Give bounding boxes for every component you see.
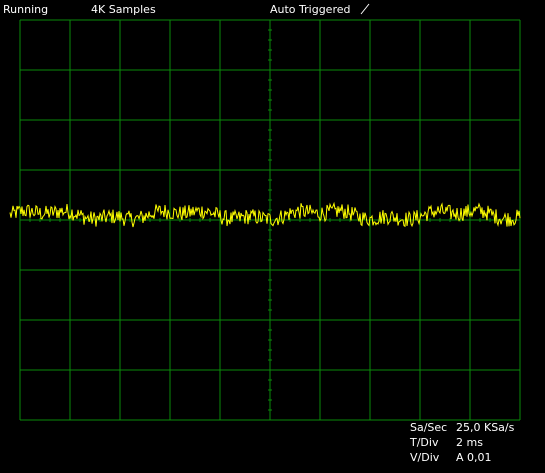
time-div-value: 2 ms [456,436,483,449]
volt-div-readout: V/Div A 0,01 [410,451,492,464]
time-div-readout: T/Div 2 ms [410,436,483,449]
volt-div-label: V/Div [410,451,440,464]
signal-trace [9,201,521,228]
volt-div-value: A 0,01 [456,451,492,464]
sample-rate-value: 25,0 KSa/s [456,421,515,434]
sample-rate-readout: Sa/Sec 25,0 KSa/s [410,421,514,434]
sample-rate-label: Sa/Sec [410,421,448,434]
time-div-label: T/Div [410,436,439,449]
scope-graticule [9,19,521,421]
oscilloscope-window: Running 4K Samples Auto Triggered Sa/Sec… [0,0,545,473]
